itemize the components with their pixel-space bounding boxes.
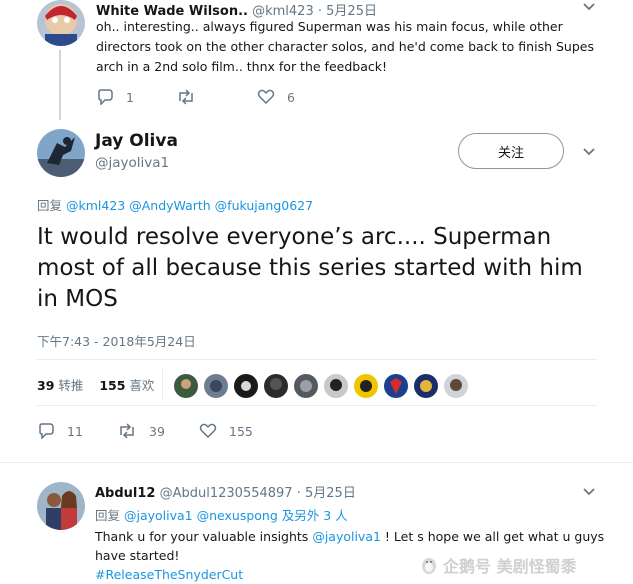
author-handle[interactable]: @jayoliva1: [95, 155, 169, 171]
divider: [162, 369, 163, 399]
avatar[interactable]: [37, 129, 85, 177]
chevron-down-icon[interactable]: [582, 2, 596, 12]
reply-context: 回复 @kml423 @AndyWarth @fukujang0627: [37, 195, 313, 214]
liker-avatar[interactable]: [323, 373, 349, 399]
tweet-date[interactable]: 5月25日: [305, 486, 356, 501]
chevron-down-icon[interactable]: [582, 147, 596, 157]
avatar[interactable]: [37, 0, 85, 46]
reply-count: 11: [67, 423, 83, 439]
liker-avatar[interactable]: [173, 373, 199, 399]
avatar[interactable]: [37, 482, 85, 530]
author-handle[interactable]: @Abdul1230554897: [160, 486, 293, 501]
like-stat-count: 155: [99, 378, 126, 393]
like-count: 6: [287, 89, 295, 105]
tweet-text: oh.. interesting.. always figured Superm…: [96, 19, 594, 74]
liker-avatars: [173, 373, 469, 399]
like-action[interactable]: 6: [257, 89, 295, 105]
reply-to-label: 回复: [37, 198, 63, 213]
retweet-count: 39: [149, 423, 165, 439]
liker-avatar[interactable]: [383, 373, 409, 399]
chevron-down-icon[interactable]: [582, 487, 596, 497]
reply-icon: [96, 89, 114, 105]
like-action[interactable]: 155: [199, 423, 253, 439]
retweet-icon: [117, 423, 137, 439]
follow-button[interactable]: 关注: [458, 133, 564, 169]
reply-count: 1: [126, 89, 134, 105]
retweet-action[interactable]: [176, 89, 196, 105]
text-part: Thank u for your valuable insights: [95, 529, 313, 544]
retweet-stat[interactable]: 39 转推: [37, 378, 87, 393]
retweet-stat-label: 转推: [58, 378, 84, 393]
engagement-stats: 39 转推 155 喜欢: [37, 375, 154, 394]
reply-action[interactable]: 11: [37, 423, 83, 439]
reply-to-others[interactable]: 及另外 3 人: [282, 508, 348, 523]
reply-icon: [37, 423, 55, 439]
heart-icon: [257, 89, 275, 105]
like-count: 155: [229, 423, 253, 439]
author-name[interactable]: Jay Oliva: [95, 131, 178, 151]
divider: [37, 359, 597, 360]
tweet-timestamp[interactable]: 下午7:43 - 2018年5月24日: [37, 331, 196, 350]
penguin-logo-icon: [420, 555, 438, 575]
reply-to-users[interactable]: @jayoliva1 @nexuspong: [124, 508, 278, 523]
like-stat[interactable]: 155 喜欢: [99, 378, 154, 393]
mention-link[interactable]: @jayoliva1: [312, 529, 381, 544]
watermark: 企鹅号 美剧怪蜀黍: [420, 553, 577, 577]
retweet-icon: [176, 89, 196, 105]
reply-to-users[interactable]: @kml423 @AndyWarth @fukujang0627: [66, 198, 313, 213]
liker-avatar[interactable]: [293, 373, 319, 399]
divider: [37, 405, 597, 406]
thread-line: [59, 50, 61, 120]
liker-avatar[interactable]: [203, 373, 229, 399]
reply-context: 回复 @jayoliva1 @nexuspong 及另外 3 人: [95, 505, 348, 524]
author-name[interactable]: Abdul12: [95, 486, 155, 501]
liker-avatar[interactable]: [353, 373, 379, 399]
hashtag-link[interactable]: #ReleaseTheSnyderCut: [95, 567, 243, 582]
liker-avatar[interactable]: [413, 373, 439, 399]
retweet-action[interactable]: 39: [117, 423, 165, 439]
tweet-text: It would resolve everyone’s arc.... Supe…: [37, 224, 583, 312]
liker-avatar[interactable]: [263, 373, 289, 399]
watermark-text: 企鹅号 美剧怪蜀黍: [443, 557, 577, 576]
reply-action[interactable]: 1: [96, 89, 134, 105]
section-divider: [0, 462, 633, 463]
liker-avatar[interactable]: [443, 373, 469, 399]
liker-avatar[interactable]: [233, 373, 259, 399]
separator: ·: [296, 486, 301, 501]
retweet-stat-count: 39: [37, 378, 55, 393]
like-stat-label: 喜欢: [129, 378, 155, 393]
heart-icon: [199, 423, 217, 439]
reply-to-label: 回复: [95, 508, 121, 523]
